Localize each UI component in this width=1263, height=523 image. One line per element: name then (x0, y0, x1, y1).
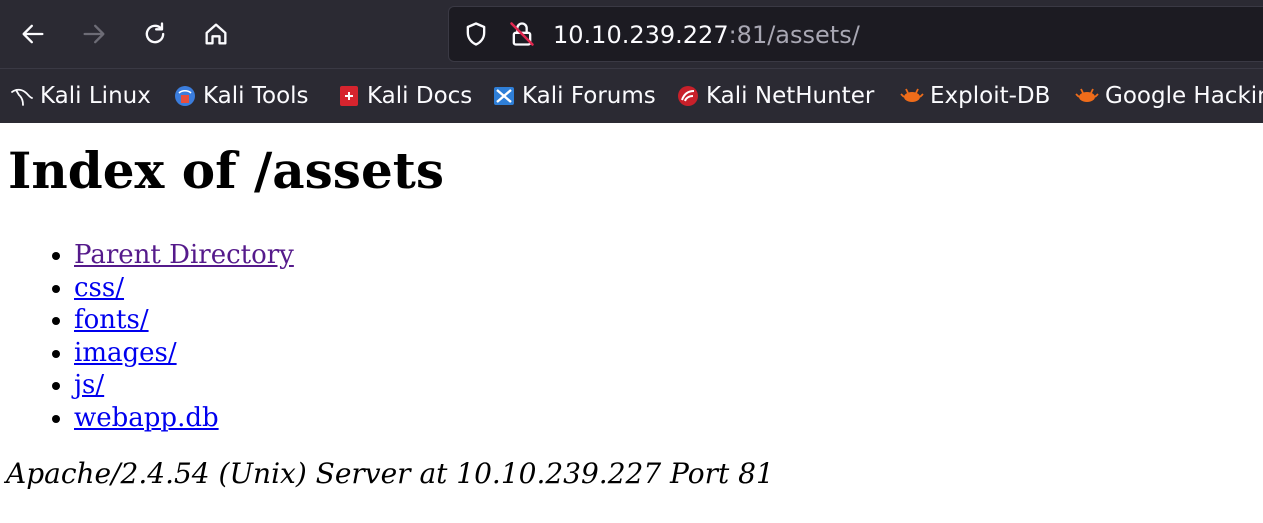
list-item: js/ (74, 369, 294, 402)
bookmarks-toolbar: Kali Linux Kali Tools Kali Docs Kali For… (0, 68, 1263, 123)
kali-nethunter-icon (676, 84, 700, 108)
exploit-db-icon (900, 84, 924, 108)
kali-tools-icon (173, 84, 197, 108)
bookmark-kali-docs[interactable]: Kali Docs (337, 69, 472, 123)
bookmark-label: Kali NetHunter (706, 83, 875, 109)
navigation-toolbar: 10.10.239.227:81/assets/ (0, 0, 1263, 68)
forward-button[interactable] (74, 14, 114, 54)
address-bar[interactable]: 10.10.239.227:81/assets/ (448, 6, 1263, 62)
list-item: images/ (74, 337, 294, 370)
list-item: fonts/ (74, 304, 294, 337)
css-folder-link[interactable]: css/ (74, 273, 124, 303)
kali-forums-icon (492, 84, 516, 108)
page-title: Index of /assets (8, 141, 445, 200)
bookmark-kali-tools[interactable]: Kali Tools (173, 69, 309, 123)
home-button[interactable] (196, 14, 236, 54)
parent-directory-link[interactable]: Parent Directory (74, 240, 294, 270)
insecure-connection-lock-icon[interactable] (507, 19, 537, 49)
tracking-protection-shield-icon[interactable] (461, 19, 491, 49)
reload-icon (145, 22, 165, 44)
images-folder-link[interactable]: images/ (74, 338, 177, 368)
reload-button[interactable] (135, 14, 175, 54)
bookmark-label: Kali Forums (522, 83, 656, 109)
bookmark-label: Kali Linux (40, 83, 151, 109)
list-item: Parent Directory (74, 239, 294, 272)
home-icon (205, 23, 227, 45)
bookmark-label: Kali Docs (367, 83, 473, 109)
url-path: :81/assets/ (728, 21, 860, 49)
server-signature: Apache/2.4.54 (Unix) Server at 10.10.239… (6, 457, 774, 490)
google-hacking-icon (1075, 84, 1099, 108)
kali-dragon-icon (10, 84, 34, 108)
kali-docs-icon (337, 84, 361, 108)
bookmark-kali-nethunter[interactable]: Kali NetHunter (676, 69, 874, 123)
directory-listing: Parent Directory css/ fonts/ images/ js/… (42, 239, 294, 434)
bookmark-kali-linux[interactable]: Kali Linux (10, 69, 151, 123)
browser-chrome: 10.10.239.227:81/assets/ Kali Linux Kali… (0, 0, 1263, 123)
js-folder-link[interactable]: js/ (74, 370, 104, 400)
fonts-folder-link[interactable]: fonts/ (74, 305, 149, 335)
list-item: css/ (74, 272, 294, 305)
url-host: 10.10.239.227 (553, 21, 729, 49)
list-item: webapp.db (74, 402, 294, 435)
bookmark-google-hacking[interactable]: Google Hackin (1075, 69, 1263, 123)
back-arrow-icon (22, 24, 44, 44)
webapp-db-file-link[interactable]: webapp.db (74, 403, 219, 433)
bookmark-exploit-db[interactable]: Exploit-DB (900, 69, 1050, 123)
bookmark-kali-forums[interactable]: Kali Forums (492, 69, 656, 123)
forward-arrow-icon (83, 24, 105, 44)
bookmark-label: Google Hackin (1105, 83, 1263, 109)
bookmark-label: Exploit-DB (930, 83, 1051, 109)
url-text[interactable]: 10.10.239.227:81/assets/ (553, 7, 860, 63)
bookmark-label: Kali Tools (203, 83, 309, 109)
back-button[interactable] (13, 14, 53, 54)
